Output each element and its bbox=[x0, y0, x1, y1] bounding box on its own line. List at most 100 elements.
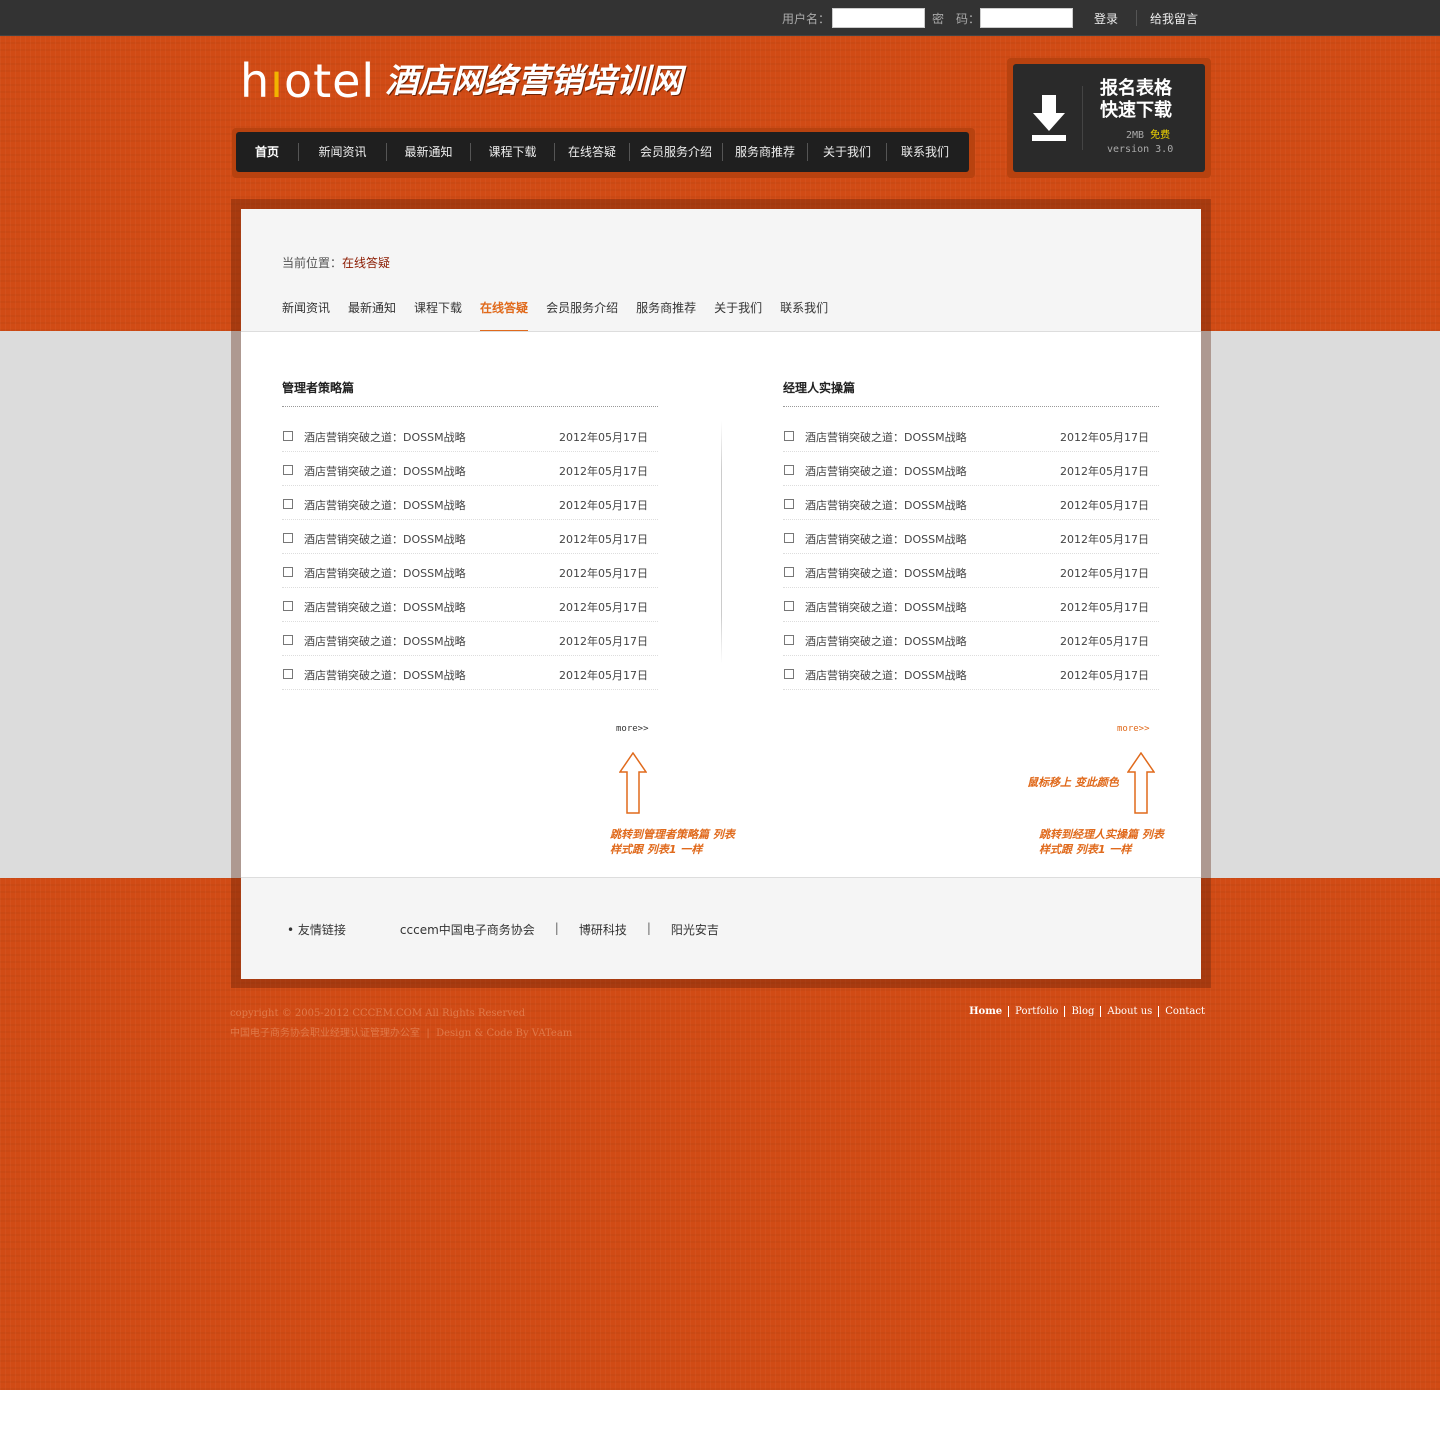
friend-link-cccem[interactable]: cccem中国电子商务协会 bbox=[400, 921, 535, 938]
list-item[interactable]: 酒店营销突破之道：DOSSM战略 2012年05月17日 bbox=[783, 520, 1159, 554]
subnav-item-news[interactable]: 新闻资讯 bbox=[282, 300, 330, 332]
subnav-item-about[interactable]: 关于我们 bbox=[714, 300, 762, 332]
list-item[interactable]: 酒店营销突破之道：DOSSM战略 2012年05月17日 bbox=[783, 622, 1159, 656]
list-item[interactable]: 酒店营销突破之道：DOSSM战略 2012年05月17日 bbox=[282, 418, 658, 452]
footer-link-portfolio[interactable]: Portfolio bbox=[1008, 1006, 1064, 1017]
left-annotation: 跳转到管理者策略篇 列表 样式跟 列表1 一样 bbox=[610, 828, 735, 856]
article-date: 2012年05月17日 bbox=[1060, 669, 1149, 682]
article-title[interactable]: 酒店营销突破之道：DOSSM战略 bbox=[304, 531, 466, 547]
subnav-item-providers[interactable]: 服务商推荐 bbox=[636, 300, 696, 332]
footer-link-about[interactable]: About us bbox=[1100, 1006, 1158, 1017]
registration-download-button[interactable]: 报名表格 快速下载 2MB 免费 version 3.0 bbox=[1013, 64, 1205, 172]
footer-link-home[interactable]: Home bbox=[963, 1006, 1008, 1017]
article-title[interactable]: 酒店营销突破之道：DOSSM战略 bbox=[805, 531, 967, 547]
article-date: 2012年05月17日 bbox=[1060, 635, 1149, 648]
nav-item-contact[interactable]: 联系我们 bbox=[887, 132, 963, 172]
article-date: 2012年05月17日 bbox=[559, 465, 648, 478]
article-title[interactable]: 酒店营销突破之道：DOSSM战略 bbox=[304, 463, 466, 479]
bullet-box-icon bbox=[784, 431, 794, 441]
main-nav: 首页 新闻资讯 最新通知 课程下载 在线答疑 会员服务介绍 服务商推荐 关于我们… bbox=[236, 132, 969, 172]
bullet-box-icon bbox=[283, 465, 293, 475]
bullet-box-icon bbox=[784, 567, 794, 577]
subnav-item-contact[interactable]: 联系我们 bbox=[780, 300, 828, 332]
nav-item-membership[interactable]: 会员服务介绍 bbox=[630, 132, 722, 172]
article-date: 2012年05月17日 bbox=[559, 533, 648, 546]
logo-hotel-text: hıotel bbox=[240, 54, 376, 108]
subnav-item-qa[interactable]: 在线答疑 bbox=[480, 300, 529, 332]
list-item[interactable]: 酒店营销突破之道：DOSSM战略 2012年05月17日 bbox=[282, 520, 658, 554]
article-title[interactable]: 酒店营销突破之道：DOSSM战略 bbox=[805, 497, 967, 513]
password-label: 密 码： bbox=[932, 12, 981, 26]
article-title[interactable]: 酒店营销突破之道：DOSSM战略 bbox=[805, 599, 967, 615]
download-title: 报名表格 快速下载 bbox=[1100, 78, 1172, 121]
subnav-item-downloads[interactable]: 课程下载 bbox=[414, 300, 462, 332]
nav-item-news[interactable]: 新闻资讯 bbox=[299, 132, 386, 172]
article-date: 2012年05月17日 bbox=[559, 601, 648, 614]
footer-info: copyright © 2005-2012 CCCEM.COM All Righ… bbox=[230, 1004, 572, 1044]
list-item[interactable]: 酒店营销突破之道：DOSSM战略 2012年05月17日 bbox=[282, 588, 658, 622]
article-date: 2012年05月17日 bbox=[1060, 499, 1149, 512]
list-item[interactable]: 酒店营销突破之道：DOSSM战略 2012年05月17日 bbox=[282, 622, 658, 656]
subnav-item-membership[interactable]: 会员服务介绍 bbox=[546, 300, 618, 332]
up-arrow-icon bbox=[1127, 752, 1155, 814]
list-item[interactable]: 酒店营销突破之道：DOSSM战略 2012年05月17日 bbox=[783, 418, 1159, 452]
article-title[interactable]: 酒店营销突破之道：DOSSM战略 bbox=[805, 429, 967, 445]
right-more-link[interactable]: more>> bbox=[1117, 724, 1150, 734]
article-title[interactable]: 酒店营销突破之道：DOSSM战略 bbox=[304, 599, 466, 615]
nav-item-qa[interactable]: 在线答疑 bbox=[555, 132, 629, 172]
leave-message-link[interactable]: 给我留言 bbox=[1150, 10, 1198, 27]
article-title[interactable]: 酒店营销突破之道：DOSSM战略 bbox=[304, 429, 466, 445]
site-logo[interactable]: hıotel 酒店网络营销培训网 bbox=[240, 46, 682, 106]
article-title[interactable]: 酒店营销突破之道：DOSSM战略 bbox=[805, 463, 967, 479]
article-title[interactable]: 酒店营销突破之道：DOSSM战略 bbox=[805, 565, 967, 581]
list-item[interactable]: 酒店营销突破之道：DOSSM战略 2012年05月17日 bbox=[783, 452, 1159, 486]
nav-item-home[interactable]: 首页 bbox=[236, 132, 298, 172]
article-title[interactable]: 酒店营销突破之道：DOSSM战略 bbox=[304, 565, 466, 581]
list-item[interactable]: 酒店营销突破之道：DOSSM战略 2012年05月17日 bbox=[282, 656, 658, 690]
manager-practice-column: 经理人实操篇 酒店营销突破之道：DOSSM战略 2012年05月17日 酒店营销突破… bbox=[783, 379, 1159, 690]
article-title[interactable]: 酒店营销突破之道：DOSSM战略 bbox=[304, 667, 466, 683]
username-input[interactable] bbox=[832, 8, 925, 28]
bullet-box-icon bbox=[784, 499, 794, 509]
article-date: 2012年05月17日 bbox=[1060, 601, 1149, 614]
password-input[interactable] bbox=[980, 8, 1073, 28]
article-date: 2012年05月17日 bbox=[1060, 465, 1149, 478]
list-item[interactable]: 酒店营销突破之道：DOSSM战略 2012年05月17日 bbox=[282, 452, 658, 486]
username-label: 用户名： bbox=[782, 12, 831, 26]
friend-link-boyan[interactable]: 博研科技 bbox=[579, 921, 627, 938]
list-item[interactable]: 酒店营销突破之道：DOSSM战略 2012年05月17日 bbox=[783, 486, 1159, 520]
friend-link-yangguang[interactable]: 阳光安吉 bbox=[671, 921, 719, 938]
article-title[interactable]: 酒店营销突破之道：DOSSM战略 bbox=[304, 633, 466, 649]
login-button[interactable]: 登录 bbox=[1094, 10, 1118, 27]
article-title[interactable]: 酒店营销突破之道：DOSSM战略 bbox=[805, 633, 967, 649]
breadcrumb-current[interactable]: 在线答疑 bbox=[342, 256, 390, 270]
article-date: 2012年05月17日 bbox=[1060, 431, 1149, 444]
article-title[interactable]: 酒店营销突破之道：DOSSM战略 bbox=[805, 667, 967, 683]
nav-item-about[interactable]: 关于我们 bbox=[808, 132, 886, 172]
list-item[interactable]: 酒店营销突破之道：DOSSM战略 2012年05月17日 bbox=[783, 588, 1159, 622]
nav-item-downloads[interactable]: 课程下载 bbox=[471, 132, 554, 172]
article-date: 2012年05月17日 bbox=[559, 499, 648, 512]
bullet-box-icon bbox=[784, 533, 794, 543]
bullet-box-icon bbox=[784, 635, 794, 645]
list-item[interactable]: 酒店营销突破之道：DOSSM战略 2012年05月17日 bbox=[282, 554, 658, 588]
article-date: 2012年05月17日 bbox=[1060, 533, 1149, 546]
bullet-box-icon bbox=[784, 601, 794, 611]
bullet-box-icon bbox=[784, 669, 794, 679]
column-heading: 管理者策略篇 bbox=[282, 379, 658, 407]
hover-color-note: 鼠标移上 变此颜色 bbox=[1027, 776, 1119, 789]
article-date: 2012年05月17日 bbox=[1060, 567, 1149, 580]
list-item[interactable]: 酒店营销突破之道：DOSSM战略 2012年05月17日 bbox=[783, 656, 1159, 690]
download-divider bbox=[1082, 86, 1083, 150]
nav-item-notices[interactable]: 最新通知 bbox=[387, 132, 470, 172]
list-item[interactable]: 酒店营销突破之道：DOSSM战略 2012年05月17日 bbox=[282, 486, 658, 520]
link-separator: | bbox=[554, 921, 559, 935]
left-more-link[interactable]: more>> bbox=[616, 724, 649, 734]
footer-link-blog[interactable]: Blog bbox=[1064, 1006, 1100, 1017]
subnav-item-notices[interactable]: 最新通知 bbox=[348, 300, 396, 332]
footer-link-contact[interactable]: Contact bbox=[1158, 1006, 1211, 1017]
list-item[interactable]: 酒店营销突破之道：DOSSM战略 2012年05月17日 bbox=[783, 554, 1159, 588]
bullet-box-icon bbox=[283, 601, 293, 611]
article-title[interactable]: 酒店营销突破之道：DOSSM战略 bbox=[304, 497, 466, 513]
nav-item-providers[interactable]: 服务商推荐 bbox=[723, 132, 807, 172]
